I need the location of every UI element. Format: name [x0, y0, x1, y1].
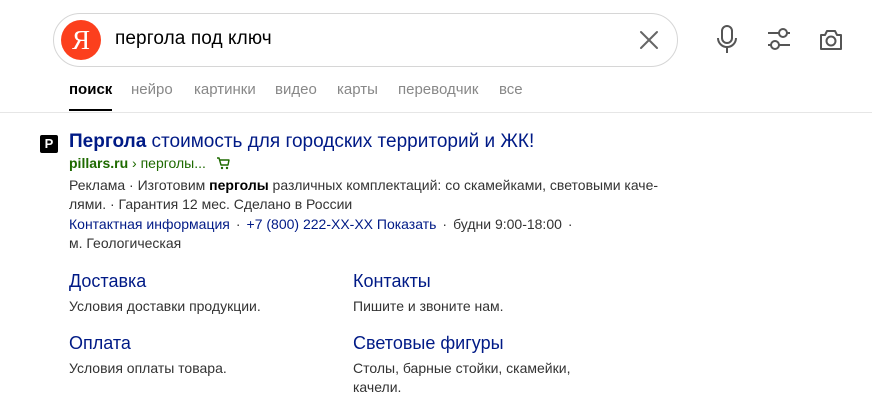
- sitelink-title[interactable]: Оплата: [69, 333, 319, 354]
- phone-link[interactable]: +7 (800) 222-XX-XX Показать: [247, 216, 437, 232]
- result-contacts: Контактная информация · +7 (800) 222-XX-XX…: [69, 216, 573, 251]
- result-url: pillars.ru › перголы...: [69, 155, 230, 171]
- sitelink-title[interactable]: Световые фигуры: [353, 333, 578, 354]
- sitelink-title[interactable]: Доставка: [69, 271, 319, 292]
- sitelink-desc: Пишите и звоните нам.: [353, 298, 504, 314]
- result-title-rest: стоимость для городских территорий и ЖК!: [146, 131, 535, 152]
- metro-station: м. Геологическая: [69, 235, 182, 251]
- contact-info-link[interactable]: Контактная информация: [69, 216, 230, 232]
- result-title[interactable]: Пергола стоимость для городских территор…: [69, 131, 534, 153]
- cart-icon: [216, 157, 230, 170]
- snippet-pre: Реклама · Изготовим: [69, 177, 210, 193]
- sitelink-desc: Условия оплаты товара.: [69, 360, 227, 376]
- tab-maps[interactable]: карты: [337, 81, 378, 98]
- yandex-logo[interactable]: Я: [61, 20, 101, 60]
- search-input[interactable]: пергола под ключ: [115, 28, 272, 50]
- sitelink-payment: Оплата Условия оплаты товара.: [69, 333, 319, 378]
- sitelink-light-figures: Световые фигуры Столы, барные стойки, ск…: [353, 333, 578, 397]
- tab-images[interactable]: картинки: [194, 81, 256, 98]
- microphone-icon[interactable]: [713, 24, 741, 56]
- result-snippet: Реклама · Изготовим перголы различных ко…: [69, 176, 669, 214]
- sitelink-contacts: Контакты Пишите и звоните нам.: [353, 271, 583, 316]
- camera-icon[interactable]: [817, 24, 845, 56]
- site-favicon: P: [40, 135, 58, 153]
- tab-search[interactable]: поиск: [69, 81, 113, 111]
- close-icon[interactable]: [638, 29, 660, 51]
- result-title-bold: Пергола: [69, 131, 147, 152]
- sitelink-title[interactable]: Контакты: [353, 271, 583, 292]
- tabs-divider: [0, 112, 872, 113]
- working-hours: будни 9:00-18:00: [453, 216, 562, 232]
- tab-neuro[interactable]: нейро: [131, 81, 173, 98]
- tab-video[interactable]: видео: [275, 81, 317, 98]
- filters-icon[interactable]: [765, 24, 793, 56]
- tab-translator[interactable]: переводчик: [398, 81, 478, 98]
- search-bar[interactable]: Я пергола под ключ: [53, 13, 678, 67]
- sitelink-desc: Столы, барные стойки, скамейки, качели.: [353, 360, 571, 395]
- sitelink-delivery: Доставка Условия доставки продукции.: [69, 271, 319, 316]
- result-domain[interactable]: pillars.ru: [69, 155, 128, 171]
- result-path[interactable]: › перголы...: [128, 155, 206, 171]
- sitelink-desc: Условия доставки продукции.: [69, 298, 261, 314]
- tab-all[interactable]: все: [499, 81, 523, 98]
- snippet-bold: перголы: [209, 177, 269, 193]
